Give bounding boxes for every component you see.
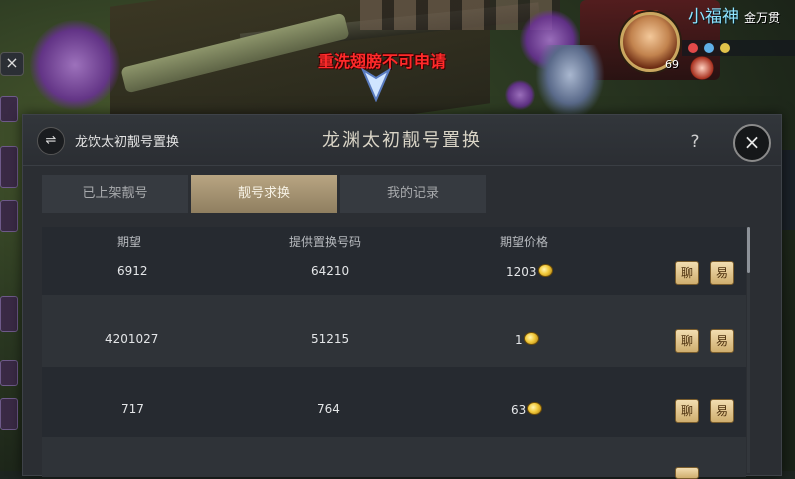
pet-icon[interactable] — [690, 56, 714, 80]
gold-coin-icon — [523, 332, 539, 345]
tab-my-records[interactable]: 我的记录 — [340, 175, 486, 213]
left-hud-slot[interactable] — [0, 146, 18, 188]
chat-button[interactable]: 聊 — [675, 261, 699, 285]
scrollbar-thumb[interactable] — [747, 227, 750, 273]
chat-button[interactable]: 聊 — [675, 329, 699, 353]
row-expected: 6912 — [117, 264, 148, 278]
gold-coin-icon — [527, 402, 543, 415]
left-hud-slot[interactable] — [0, 360, 18, 386]
table-row-partial — [42, 437, 746, 479]
row-offered: 64210 — [311, 264, 350, 278]
scene-flowers — [30, 20, 120, 110]
left-hud-slot[interactable] — [0, 296, 18, 332]
status-dot-icon — [688, 43, 698, 53]
left-hud-close-button[interactable]: × — [0, 52, 24, 76]
trade-button[interactable]: 易 — [710, 261, 734, 285]
tab-listed-numbers[interactable]: 已上架靓号 — [42, 175, 188, 213]
price-value: 1 — [515, 333, 523, 347]
status-dot-icon — [720, 43, 730, 53]
row-expected: 717 — [121, 402, 144, 416]
left-hud-slot[interactable] — [0, 200, 18, 232]
status-dot-icon — [704, 43, 714, 53]
help-button[interactable]: ? — [683, 130, 707, 154]
left-hud-slot[interactable] — [0, 96, 18, 122]
row-price: 1203 — [506, 264, 553, 279]
player-level: 69 — [665, 58, 679, 71]
price-value: 1203 — [506, 265, 537, 279]
chat-button[interactable] — [675, 467, 699, 479]
dialog-title: 龙渊太初靓号置换 — [322, 130, 482, 151]
request-table: 期望 提供置换号码 期望价格 6912 64210 1203 聊 易 42010… — [42, 227, 746, 479]
dialog-header: ⇌ 龙饮太初靓号置换 龙渊太初靓号置换 ? × — [23, 115, 781, 166]
table-row[interactable]: 6912 64210 1203 聊 易 — [42, 247, 746, 295]
number-exchange-dialog: ⇌ 龙饮太初靓号置换 龙渊太初靓号置换 ? × 已上架靓号 靓号求换 我的记录 … — [22, 114, 782, 479]
player-status-bar — [682, 40, 795, 56]
player-name: 小福神 — [688, 7, 739, 27]
trade-button[interactable]: 易 — [710, 399, 734, 423]
close-button[interactable]: × — [733, 124, 771, 162]
trade-button[interactable]: 易 — [710, 329, 734, 353]
row-expected: 4201027 — [105, 332, 159, 346]
player-title: 金万贯 — [744, 11, 781, 25]
row-price: 1 — [515, 332, 539, 347]
chat-button[interactable]: 聊 — [675, 399, 699, 423]
npc-figure[interactable] — [535, 45, 605, 120]
table-row[interactable]: 4201027 51215 1 聊 易 — [42, 319, 746, 367]
gold-coin-icon — [537, 264, 553, 277]
row-offered: 764 — [317, 402, 340, 416]
price-value: 63 — [511, 403, 527, 417]
tab-number-request[interactable]: 靓号求换 — [191, 175, 337, 213]
scene-flowers — [505, 80, 535, 110]
row-price: 63 — [511, 402, 543, 417]
table-row[interactable]: 717 764 63 聊 易 — [42, 389, 746, 437]
waypoint-marker-icon — [360, 67, 392, 102]
row-offered: 51215 — [311, 332, 350, 346]
left-hud-slot[interactable] — [0, 398, 18, 430]
table-row-spacer — [42, 295, 746, 319]
